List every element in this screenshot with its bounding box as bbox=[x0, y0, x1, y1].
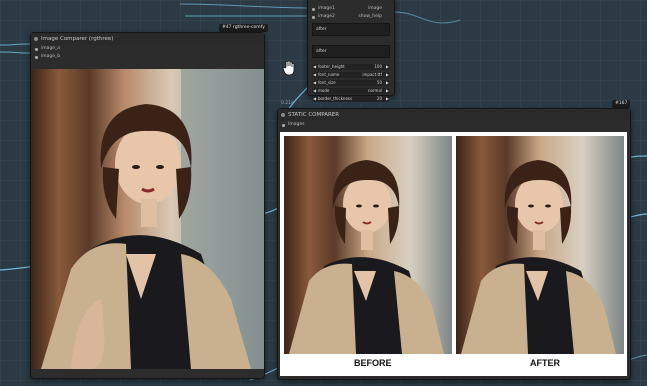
after-image bbox=[456, 136, 624, 354]
widget-border-thickness[interactable]: ◀ border_thickness 20 ▶ bbox=[312, 96, 390, 102]
node-title-bar[interactable]: STATIC COMPARER bbox=[278, 109, 630, 121]
decrement-icon[interactable]: ◀ bbox=[313, 64, 316, 70]
input-dot-icon bbox=[312, 15, 315, 19]
portrait-image[interactable] bbox=[31, 69, 264, 369]
decrement-icon[interactable]: ◀ bbox=[313, 72, 316, 78]
input-dot-icon bbox=[35, 55, 38, 59]
increment-icon[interactable]: ▶ bbox=[386, 96, 389, 102]
widget-footer-height[interactable]: ◀ footer_height 100 ▶ bbox=[312, 64, 390, 70]
comparer-settings-node[interactable]: image1 image image2 show_help after afte… bbox=[307, 0, 395, 102]
decrement-icon[interactable]: ◀ bbox=[313, 96, 316, 102]
node-badge-47: #47 rgthree-comfy bbox=[219, 24, 268, 32]
decrement-icon[interactable]: ◀ bbox=[313, 80, 316, 86]
widget-font-name[interactable]: ◀ font_name impact.ttf ▶ bbox=[312, 72, 390, 78]
after-label: AFTER bbox=[530, 358, 560, 368]
output-image[interactable]: image bbox=[368, 5, 382, 13]
output-show-help[interactable]: show_help bbox=[358, 13, 382, 21]
input-image2[interactable]: image2 show_help bbox=[308, 13, 394, 21]
input-image-b[interactable]: image_b bbox=[31, 53, 264, 61]
input-dot-icon bbox=[312, 7, 315, 11]
collapse-dot-icon[interactable] bbox=[281, 113, 285, 117]
image-comparer-node[interactable]: Image Comparer (rgthree) image_a image_b bbox=[30, 32, 265, 379]
node-title-bar[interactable]: Image Comparer (rgthree) bbox=[31, 33, 264, 45]
input-dot-icon bbox=[282, 123, 285, 127]
before-image bbox=[284, 136, 452, 354]
widget-font-size[interactable]: ◀ font_size 50 ▶ bbox=[312, 80, 390, 86]
increment-icon[interactable]: ▶ bbox=[386, 88, 389, 94]
node-badge-167: #167 bbox=[612, 100, 631, 108]
node-timing-label: 0.21s bbox=[281, 101, 294, 106]
text-input-b[interactable]: after bbox=[312, 45, 390, 58]
input-image-a[interactable]: image_a bbox=[31, 45, 264, 53]
increment-icon[interactable]: ▶ bbox=[386, 72, 389, 78]
collapse-dot-icon[interactable] bbox=[34, 37, 38, 41]
widget-mode[interactable]: ◀ mode normal ▶ bbox=[312, 88, 390, 94]
hand-cursor-icon bbox=[282, 60, 295, 76]
text-input-a[interactable]: after bbox=[312, 23, 390, 36]
static-comparer-node[interactable]: STATIC COMPARER Images BEFORE AFTER bbox=[277, 108, 631, 380]
increment-icon[interactable]: ▶ bbox=[386, 64, 389, 70]
before-label: BEFORE bbox=[354, 358, 392, 368]
input-dot-icon bbox=[35, 47, 38, 51]
input-image1[interactable]: image1 image bbox=[308, 5, 394, 13]
increment-icon[interactable]: ▶ bbox=[386, 80, 389, 86]
decrement-icon[interactable]: ◀ bbox=[313, 88, 316, 94]
input-images[interactable]: Images bbox=[278, 121, 630, 129]
comparison-output-image[interactable]: BEFORE AFTER bbox=[280, 132, 627, 376]
